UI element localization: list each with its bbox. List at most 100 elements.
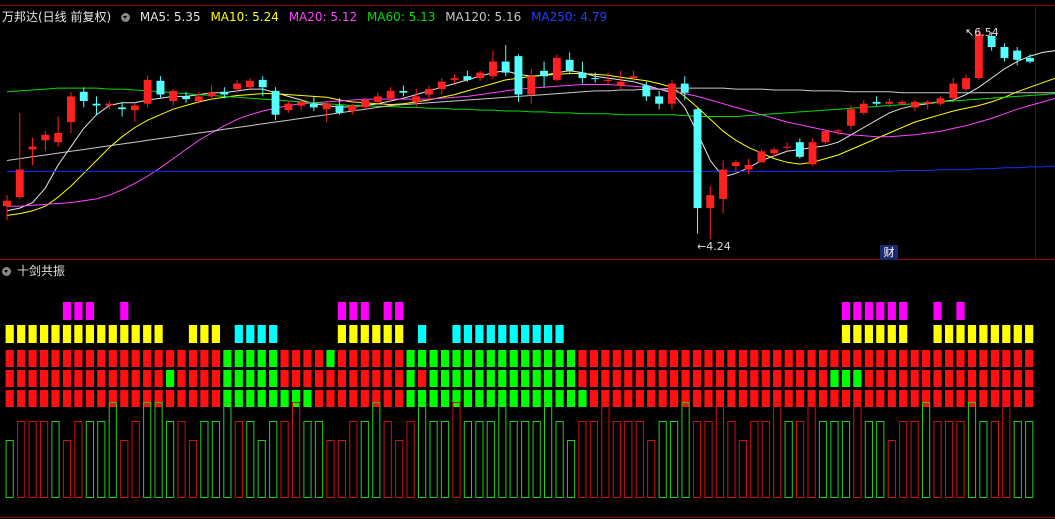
signal-rg-block [967,350,977,367]
signal-rg-block [647,350,656,367]
signal-tower-bar [956,421,965,498]
signal-rg-block [463,350,472,367]
finance-badge[interactable]: 财 [880,245,898,260]
signal-rg-block [406,370,415,387]
signal-rg-block [200,350,209,367]
signal-rg-block [715,350,724,367]
signal-rg-block [853,350,862,367]
signal-rg-block [1025,350,1034,367]
signal-rg-block [211,350,220,367]
signal-state-block [967,325,977,343]
signal-rg-block [544,370,553,387]
signal-tower-bar [1025,421,1034,498]
signal-state-block [899,325,908,343]
signal-rg-block [509,390,518,407]
signal-magenta-block [85,302,94,320]
signal-rg-block [841,350,851,367]
signal-rg-block [910,370,919,387]
candle-body [399,90,408,93]
signal-tower-bar [74,421,83,498]
signal-rg-block [303,370,312,387]
candle-body [3,200,11,207]
signal-rg-block [635,350,644,367]
signal-magenta-block [337,302,346,320]
signal-state-block [269,325,278,343]
candle-body [629,76,638,78]
signal-tower-bar [933,421,942,498]
candle-body [808,142,817,165]
signal-rg-block [681,370,690,387]
signal-rg-block [303,390,312,407]
ma-line-ma250 [7,165,1055,172]
signal-tower-bar [257,440,266,498]
signal-rg-block [418,390,427,407]
signal-rg-block [51,390,60,407]
candle-body [552,57,561,80]
signal-rg-block [589,350,598,367]
signal-rg-block [154,370,163,387]
signal-tower-bar [727,421,736,498]
signal-rg-block [62,370,72,387]
candle-body [910,101,919,108]
signal-rg-block [246,370,255,387]
signal-rg-block [589,390,598,407]
signal-rg-block [337,390,346,407]
signal-rg-block [120,390,129,407]
signal-tower-bar [131,421,140,498]
signal-rg-block [5,370,14,387]
signal-rg-block [326,370,335,387]
signal-rg-block [647,370,656,387]
signal-rg-block [395,390,404,407]
signal-rg-block [956,350,965,367]
signal-rg-block [154,390,163,407]
signal-rg-block [269,370,278,387]
signal-rg-block [1025,370,1034,387]
candle-body [795,142,804,157]
signal-state-block [1013,325,1022,343]
signal-rg-block [830,350,839,367]
signal-state-block [395,325,404,343]
signal-tower-bar [945,421,954,498]
signal-rg-block [796,390,805,407]
signal-magenta-block [74,302,83,320]
signal-rg-block [635,370,644,387]
signal-tower-bar [5,440,14,498]
signal-tower-bar [818,421,828,498]
signal-state-block [1025,325,1034,343]
signal-rg-block [853,370,862,387]
signal-tower-bar [463,421,472,498]
signal-rg-block [246,350,255,367]
signal-rg-block [750,390,759,407]
signal-rg-block [727,390,736,407]
signal-rg-block [601,370,610,387]
candle-body [156,80,165,95]
signal-rg-block [761,350,770,367]
signal-rg-block [463,370,472,387]
candle-body [54,133,63,143]
signal-rg-block [85,370,94,387]
signal-rg-block [108,350,117,367]
signal-state-block [853,325,862,343]
signal-state-block [337,325,346,343]
signal-tower-bar [51,421,60,498]
candle-body [680,83,689,93]
signal-rg-block [280,370,289,387]
signal-rg-block [314,370,324,387]
signal-rg-block [177,350,186,367]
signal-rg-block [17,350,26,367]
signal-tower-bar [967,402,977,498]
signal-rg-block [727,350,736,367]
candle-body [309,103,318,108]
signal-rg-block [188,370,198,387]
candle-body [425,89,433,95]
signal-rg-block [257,350,266,367]
signal-rg-block [945,370,954,387]
signal-state-block [887,325,896,343]
signal-rg-block [601,350,610,367]
signal-tower-bar [876,421,885,498]
signal-rg-block [945,390,954,407]
signal-rg-block [40,370,49,387]
candle-body [182,96,190,100]
candle-body [834,130,843,132]
signal-rg-block [17,370,26,387]
